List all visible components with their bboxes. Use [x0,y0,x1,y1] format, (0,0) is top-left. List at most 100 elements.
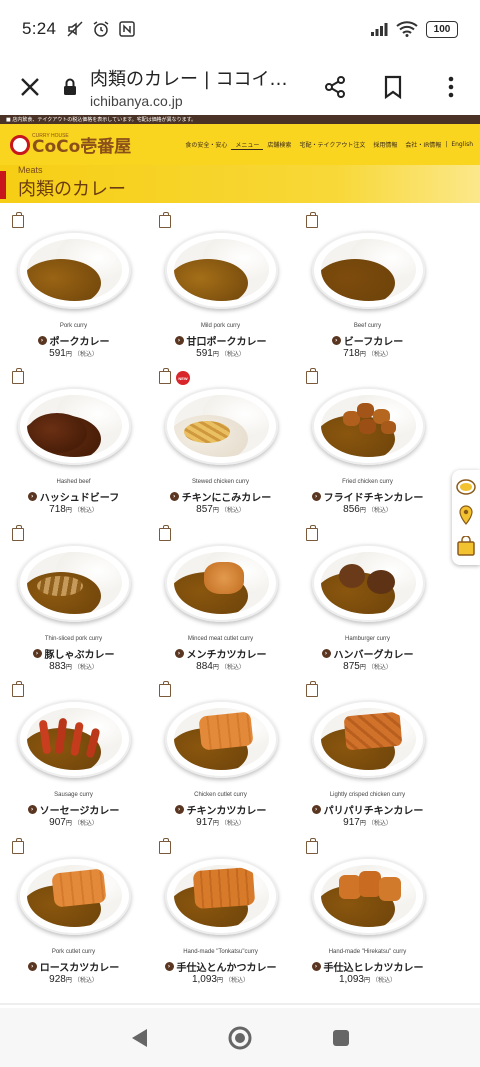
menu-item-link[interactable]: › フライドチキンカレー [294,489,441,504]
curry-plate-image[interactable] [312,700,425,778]
nav-company[interactable]: 会社・IR情報 [401,140,445,149]
menu-item[interactable]: Lightly crisped chicken curry › パリパリチキンカレー… [294,674,441,830]
hero-banner: Meats 肉類のカレー [0,165,480,203]
site-logo[interactable]: CURRY HOUSE CoCo壱番屋 [10,133,131,156]
plate-inner [174,552,269,614]
menu-item-english-name: Beef curry [353,323,382,329]
menu-item[interactable]: Sausage curry › ソーセージカレー 907円 （税込） [0,674,147,830]
curry-plate-image[interactable] [312,231,425,309]
menu-item[interactable]: Pork curry › ポークカレー 591円 （税込） [0,205,147,361]
menu-item[interactable]: Mild pork curry › 甘口ポークカレー 591円 （税込） [147,205,294,361]
plate-inner [321,395,416,457]
price-yen: 円 [65,978,72,984]
nav-menu[interactable]: メニュー [231,140,264,150]
menu-item-name: パリパリチキンカレー [323,806,424,817]
more-vert-icon [448,76,454,97]
menu-item-link[interactable]: › ハッシュドビーフ [0,489,147,504]
curry-plate-image[interactable] [18,700,131,778]
nav-store-search[interactable]: 店舗検索 [263,140,295,149]
plate-inner [321,552,416,614]
back-icon[interactable] [129,1027,149,1049]
menu-item[interactable]: Beef curry › ビーフカレー 718円 （税込） [294,205,441,361]
takeout-icon [306,681,318,697]
curry-plate-image[interactable] [165,544,278,622]
menu-item-link[interactable]: › メンチカツカレー [147,646,294,661]
menu-item-link[interactable]: › チキンカツカレー [147,802,294,817]
menu-item-link[interactable]: › 手仕込とんかつカレー [147,959,294,974]
menu-item-english-name: Mild pork curry [200,323,241,329]
menu-item-link[interactable]: › ソーセージカレー [0,802,147,817]
menu-button[interactable] [422,58,480,115]
menu-item[interactable]: Thin-sliced pork curry › 豚しゃぶカレー 883円 （税込） [0,518,147,674]
plate-inner [321,239,416,301]
menu-item-price: 857円 （税込） [147,504,294,515]
menu-item[interactable]: Hand-made "Tonkatsu"curry › 手仕込とんかつカレー 1,09… [147,831,294,987]
logo-mark-icon [10,134,30,155]
arrow-right-icon: › [311,805,321,814]
share-button[interactable] [306,58,364,115]
menu-item[interactable]: Hashed beef › ハッシュドビーフ 718円 （税込） [0,361,147,517]
home-icon[interactable] [227,1025,253,1051]
arrow-right-icon: › [169,492,179,501]
price-yen: 円 [364,978,371,984]
curry-plate-image[interactable] [165,231,278,309]
menu-item[interactable]: Hamburger curry › ハンバーグカレー 875円 （税込） [294,518,441,674]
curry-plate-image[interactable] [312,544,425,622]
menu-item-link[interactable]: › チキンにこみカレー [147,489,294,504]
menu-item-english-name: Hand-made "Hirekatsu" curry [328,949,407,955]
curry-plate-image[interactable] [312,857,425,935]
url-box[interactable]: 肉類のカレー | ココイ… ichibanya.co.jp [60,65,306,109]
map-pin-icon[interactable] [459,505,473,526]
arrow-right-icon: › [331,336,341,345]
menu-item-link[interactable]: › ポークカレー [0,333,147,348]
curry-plate-image[interactable] [165,857,278,935]
menu-item[interactable]: Fried chicken curry › フライドチキンカレー 856円 （税込） [294,361,441,517]
curry-plate-image[interactable] [312,387,425,465]
hero-accent [0,171,6,199]
menu-item[interactable]: Pork cutlet curry › ロースカツカレー 928円 （税込） [0,831,147,987]
menu-item[interactable]: Chicken cutlet curry › チキンカツカレー 917円 （税込） [147,674,294,830]
price-yen: 円 [359,352,366,358]
curry-plate-icon[interactable] [456,479,476,495]
bookmark-button[interactable] [364,58,422,115]
menu-item-link[interactable]: › ロースカツカレー [0,959,147,974]
crispy-chicken-topping [343,711,403,751]
menu-item-link[interactable]: › ビーフカレー [294,333,441,348]
price-value: 917 [343,817,360,828]
nav-delivery[interactable]: 宅配・テイクアウト注文 [295,140,369,149]
close-tab-button[interactable] [0,58,60,115]
curry-plate-image[interactable] [165,387,278,465]
curry-plate-image[interactable] [18,544,131,622]
menu-item[interactable]: Hand-made "Hirekatsu" curry › 手仕込ヒレカツカレー 1,… [294,831,441,987]
curry-plate-image[interactable] [18,231,131,309]
recents-icon[interactable] [331,1028,351,1048]
menu-item[interactable]: NEW Stewed chicken curry › チキンにこみカレー 857円 （税込… [147,361,294,517]
price-tax: （税込） [73,978,98,984]
menu-item-link[interactable]: › ハンバーグカレー [294,646,441,661]
takeout-icon [12,368,24,384]
takeout-bag-icon[interactable] [456,535,476,556]
curry-plate-image[interactable] [165,700,278,778]
site-header: CURRY HOUSE CoCo壱番屋 食の安全・安心 メニュー 店舗検索 宅配… [0,124,480,165]
nav-english[interactable]: English [447,141,477,148]
nav-food-safety[interactable]: 食の安全・安心 [181,140,231,149]
menu-item-name: ソーセージカレー [39,806,120,817]
arrow-right-icon: › [37,336,47,345]
takeout-icon [12,681,24,697]
takeout-icon [159,525,171,541]
mute-icon [67,21,83,37]
menu-item-link[interactable]: › パリパリチキンカレー [294,802,441,817]
menu-item-link[interactable]: › 甘口ポークカレー [147,333,294,348]
curry-plate-image[interactable] [18,387,131,465]
curry-plate-image[interactable] [18,857,131,935]
menu-item-name: 手仕込とんかつカレー [176,963,277,974]
status-left-icons [66,20,136,38]
menu-item[interactable]: Minced meat cutlet curry › メンチカツカレー 884円 （税込… [147,518,294,674]
plate-inner [27,239,122,301]
menu-item-link[interactable]: › 手仕込ヒレカツカレー [294,959,441,974]
tonkatsu-topping [192,866,256,910]
nav-recruit[interactable]: 採用情報 [369,140,401,149]
price-yen: 円 [212,352,219,358]
menu-item-name: チキンにこみカレー [181,493,272,504]
menu-item-link[interactable]: › 豚しゃぶカレー [0,646,147,661]
